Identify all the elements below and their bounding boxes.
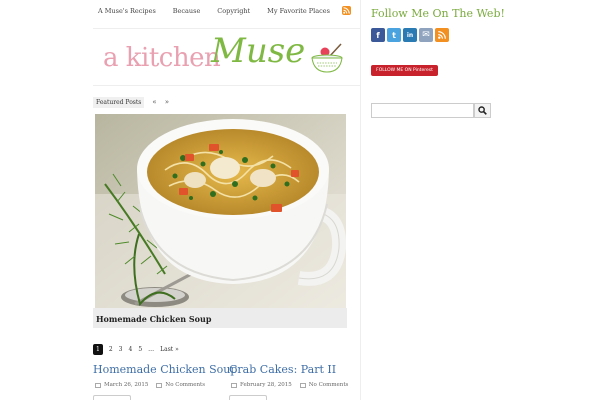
post-date: March 26, 2015 xyxy=(104,382,149,388)
logo-text-muse: Muse xyxy=(211,31,306,71)
featured-posts-label: Featured Posts xyxy=(93,96,145,108)
logo-text-kitchen: a kitchen xyxy=(103,43,221,73)
main-column: A Muse's Recipes Because Copyright My Fa… xyxy=(93,0,360,400)
post-card: Homemade Chicken Soup March 26, 2015 No … xyxy=(93,363,237,400)
pagination-ellipsis: … xyxy=(148,345,155,353)
post-meta: February 28, 2015 No Comments xyxy=(229,382,356,388)
comment-icon xyxy=(156,382,163,388)
post-title-link[interactable]: Homemade Chicken Soup xyxy=(93,363,237,376)
facebook-icon[interactable]: f xyxy=(371,28,385,42)
pagination: 1 2 3 4 5 … Last » xyxy=(93,343,185,355)
nav-item-because[interactable]: Because xyxy=(173,7,201,15)
post-comments-link[interactable]: No Comments xyxy=(309,382,349,388)
page-5-link[interactable]: 5 xyxy=(138,346,142,353)
page-4-link[interactable]: 4 xyxy=(128,346,132,353)
top-navigation: A Muse's Recipes Because Copyright My Fa… xyxy=(93,0,360,22)
post-comments-link[interactable]: No Comments xyxy=(165,382,205,388)
rss-icon[interactable] xyxy=(342,6,351,15)
site-logo[interactable]: a kitchen Muse xyxy=(93,28,360,86)
follow-me-heading: Follow Me On The Web! xyxy=(371,7,505,20)
search-button[interactable] xyxy=(474,103,491,118)
comment-icon xyxy=(299,382,306,388)
rss-icon[interactable] xyxy=(435,28,449,42)
nav-item-copyright[interactable]: Copyright xyxy=(217,7,250,15)
search-input[interactable] xyxy=(371,103,474,118)
post-card: Crab Cakes: Part II February 28, 2015 No… xyxy=(229,363,356,400)
featured-posts-bar: Featured Posts « » xyxy=(93,96,169,108)
search-icon xyxy=(478,106,487,115)
nav-item-favorite-places[interactable]: My Favorite Places xyxy=(267,7,330,15)
page-3-link[interactable]: 3 xyxy=(119,346,123,353)
calendar-icon xyxy=(95,382,101,388)
nav-item-recipes[interactable]: A Muse's Recipes xyxy=(98,7,156,15)
page-1-current[interactable]: 1 xyxy=(93,343,103,355)
post-meta: March 26, 2015 No Comments xyxy=(93,382,237,388)
read-more-button[interactable] xyxy=(229,395,267,400)
right-sidebar: Follow Me On The Web! f t in ✉ FOLLOW ME… xyxy=(360,0,600,400)
featured-slide-image[interactable] xyxy=(95,114,346,308)
social-icons: f t in ✉ xyxy=(371,28,451,42)
linkedin-icon[interactable]: in xyxy=(403,28,417,42)
page-2-link[interactable]: 2 xyxy=(109,346,113,353)
pinterest-follow-button[interactable]: FOLLOW ME ON Pinterest xyxy=(371,65,438,76)
calendar-icon xyxy=(231,382,237,388)
featured-slide-caption[interactable]: Homemade Chicken Soup xyxy=(93,308,347,328)
last-page-link[interactable]: Last » xyxy=(160,346,179,353)
post-date: February 28, 2015 xyxy=(240,382,292,388)
email-icon[interactable]: ✉ xyxy=(419,28,433,42)
post-title-link[interactable]: Crab Cakes: Part II xyxy=(229,363,356,376)
read-more-button[interactable] xyxy=(93,395,131,400)
slider-next-button[interactable]: » xyxy=(165,98,169,106)
logo-bowl-icon xyxy=(311,43,343,73)
slider-prev-button[interactable]: « xyxy=(152,98,156,106)
twitter-icon[interactable]: t xyxy=(387,28,401,42)
